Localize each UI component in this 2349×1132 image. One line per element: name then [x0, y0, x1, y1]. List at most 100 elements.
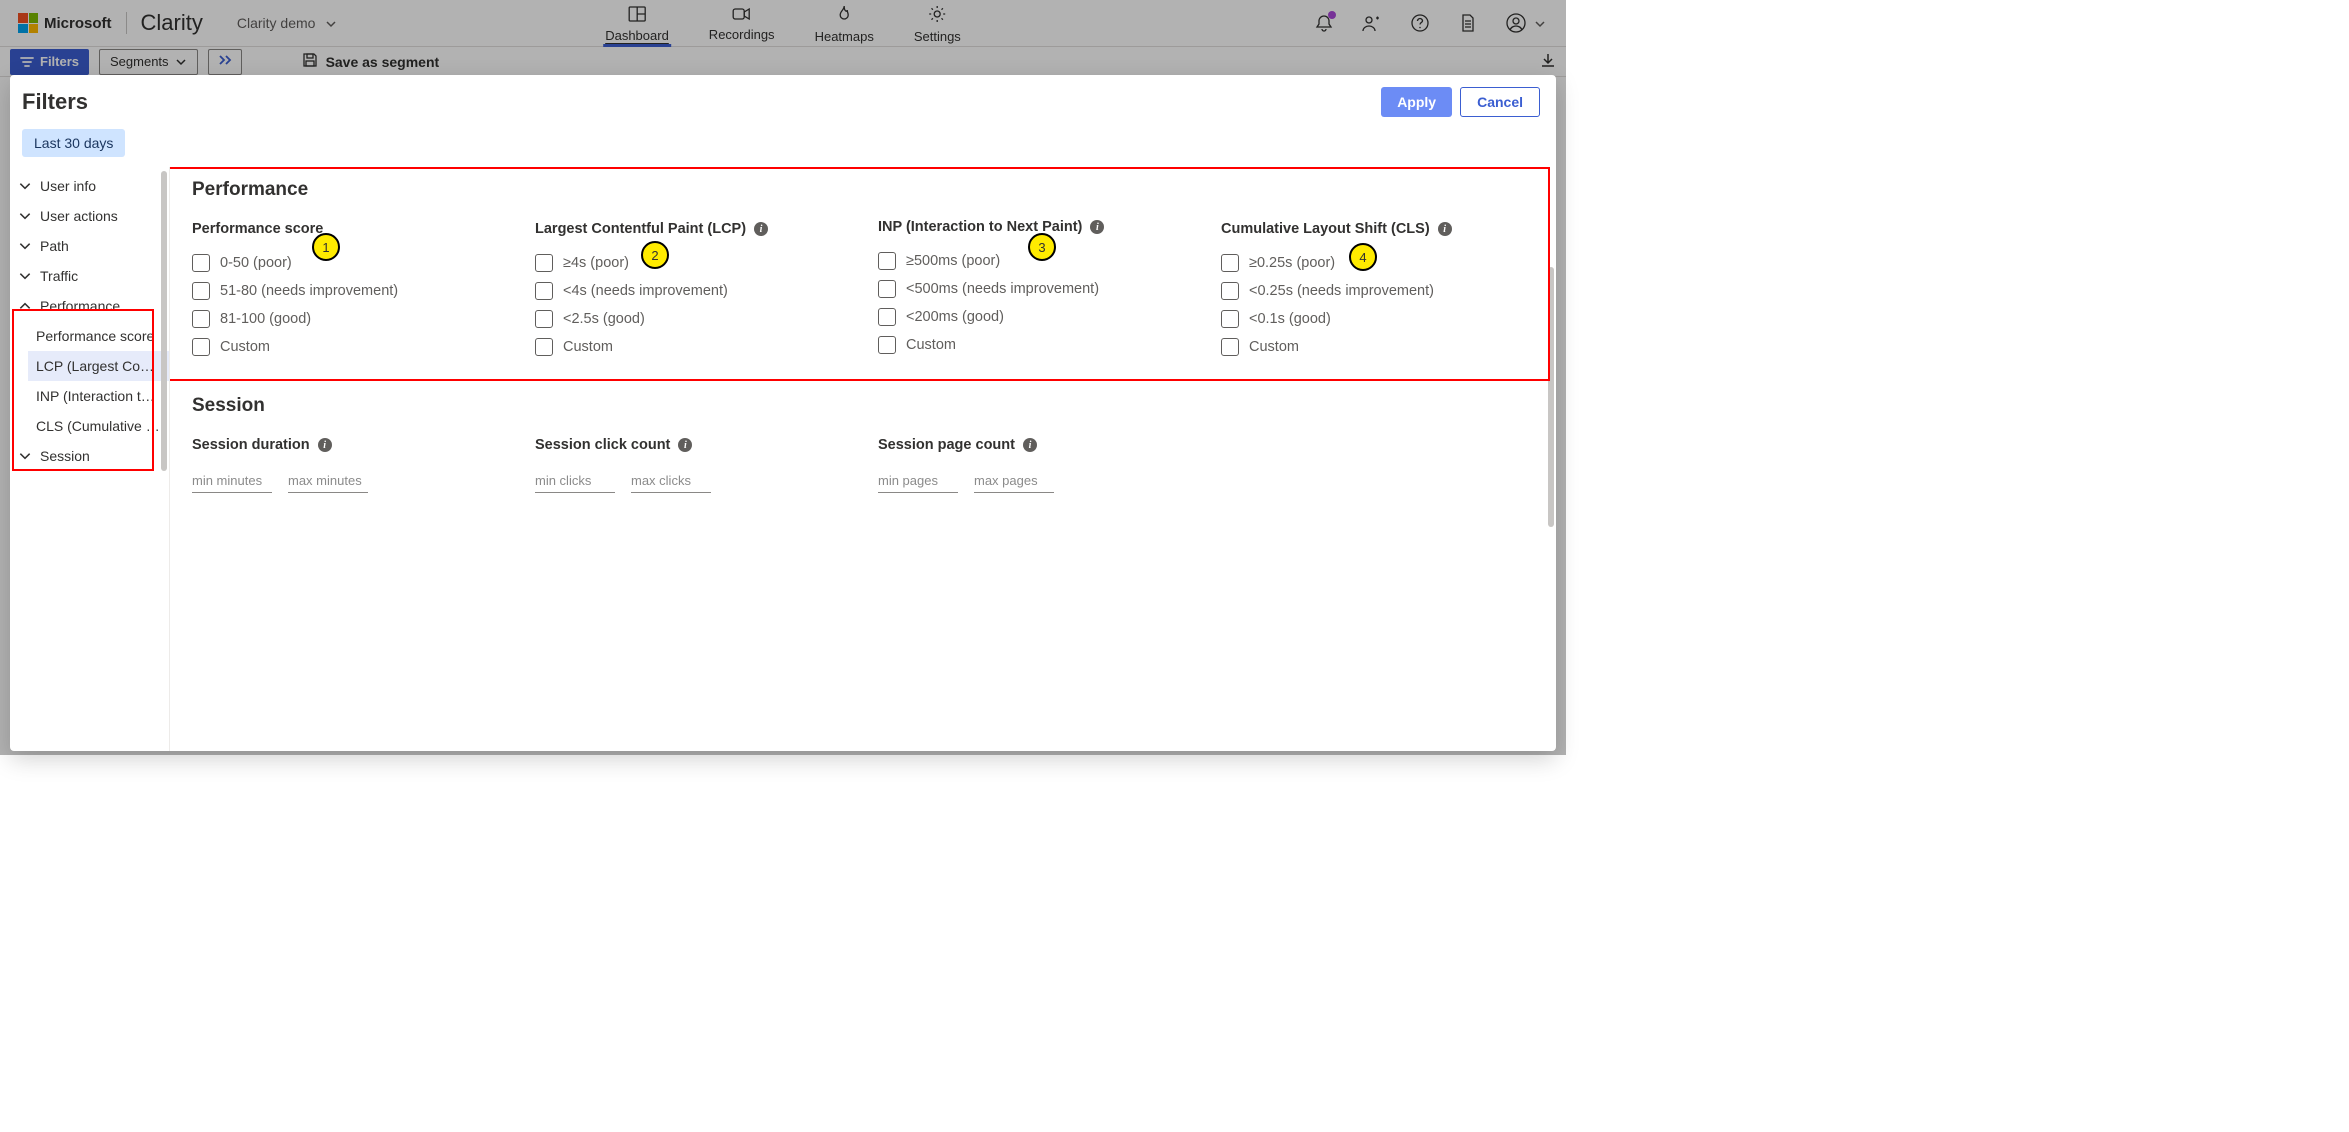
document-icon[interactable] [1458, 13, 1478, 33]
opt-label: Custom [220, 339, 270, 355]
scrollbar[interactable] [161, 171, 167, 471]
checkbox[interactable] [535, 310, 553, 328]
opt-score-needs[interactable]: 51-80 (needs improvement) [192, 277, 513, 305]
chevron-down-icon [18, 179, 32, 193]
opt-label: ≥4s (poor) [563, 255, 629, 271]
opt-cls-needs[interactable]: <0.25s (needs improvement) [1221, 277, 1542, 305]
checkbox[interactable] [192, 254, 210, 272]
checkbox[interactable] [192, 310, 210, 328]
tree-path[interactable]: Path [10, 231, 169, 261]
tree-perf-score[interactable]: Performance score [28, 321, 169, 351]
col-pages-head: Session page count i [878, 437, 1199, 453]
nav-dashboard[interactable]: Dashboard [603, 0, 671, 46]
opt-label: ≥500ms (poor) [906, 253, 1000, 269]
duration-max-input[interactable] [288, 469, 368, 493]
opt-label: Custom [1249, 339, 1299, 355]
chevron-down-icon[interactable] [1534, 17, 1546, 29]
nav-settings[interactable]: Settings [912, 0, 963, 46]
opt-score-custom[interactable]: Custom [192, 333, 513, 361]
nav-recordings[interactable]: Recordings [707, 0, 777, 46]
date-range-chip[interactable]: Last 30 days [22, 129, 125, 157]
checkbox[interactable] [878, 308, 896, 326]
checkbox[interactable] [1221, 254, 1239, 272]
info-icon[interactable]: i [1023, 438, 1037, 452]
tree-user-info[interactable]: User info [10, 171, 169, 201]
checkbox[interactable] [535, 282, 553, 300]
info-icon[interactable]: i [318, 438, 332, 452]
pages-max-input[interactable] [974, 469, 1054, 493]
tree-traffic[interactable]: Traffic [10, 261, 169, 291]
chevron-down-icon [18, 449, 32, 463]
col-inp-title: INP (Interaction to Next Paint) [878, 219, 1082, 235]
opt-lcp-good[interactable]: <2.5s (good) [535, 305, 856, 333]
tree-performance[interactable]: Performance [10, 291, 169, 321]
col-score-head: Performance score [192, 221, 513, 237]
opt-cls-poor[interactable]: ≥0.25s (poor) [1221, 249, 1542, 277]
info-icon[interactable]: i [1090, 220, 1104, 234]
product-name[interactable]: Clarity [141, 10, 203, 36]
opt-inp-good[interactable]: <200ms (good) [878, 303, 1199, 331]
annotation-callout-2: 2 [641, 241, 669, 269]
annotation-callout-3: 3 [1028, 233, 1056, 261]
checkbox[interactable] [192, 282, 210, 300]
opt-score-poor[interactable]: 0-50 (poor) [192, 249, 513, 277]
opt-cls-good[interactable]: <0.1s (good) [1221, 305, 1542, 333]
col-cls-head: Cumulative Layout Shift (CLS) i [1221, 221, 1542, 237]
account-icon[interactable] [1506, 13, 1526, 33]
tree-perf-inp[interactable]: INP (Interaction to Nex… [28, 381, 169, 411]
chevron-up-icon [18, 299, 32, 313]
checkbox[interactable] [1221, 338, 1239, 356]
tree-session[interactable]: Session [10, 441, 169, 471]
opt-inp-custom[interactable]: Custom [878, 331, 1199, 359]
filters-button[interactable]: Filters [10, 49, 89, 75]
segments-button[interactable]: Segments [99, 49, 198, 75]
opt-inp-needs[interactable]: <500ms (needs improvement) [878, 275, 1199, 303]
tree-user-actions[interactable]: User actions [10, 201, 169, 231]
cancel-button[interactable]: Cancel [1460, 87, 1540, 117]
opt-lcp-custom[interactable]: Custom [535, 333, 856, 361]
clicks-min-input[interactable] [535, 469, 615, 493]
checkbox[interactable] [1221, 282, 1239, 300]
checkbox[interactable] [535, 338, 553, 356]
project-picker[interactable]: Clarity demo [237, 0, 338, 46]
help-icon[interactable] [1410, 13, 1430, 33]
tree-label: Performance score [36, 328, 154, 344]
col-score-title: Performance score [192, 221, 323, 237]
checkbox[interactable] [1221, 310, 1239, 328]
save-segment-label[interactable]: Save as segment [326, 54, 440, 70]
checkbox[interactable] [878, 280, 896, 298]
tree-perf-lcp[interactable]: LCP (Largest Contentfu… [28, 351, 169, 381]
annotation-callout-1: 1 [312, 233, 340, 261]
info-icon[interactable]: i [754, 222, 768, 236]
apply-button[interactable]: Apply [1381, 87, 1452, 117]
duration-min-input[interactable] [192, 469, 272, 493]
info-icon[interactable]: i [1438, 222, 1452, 236]
opt-lcp-needs[interactable]: <4s (needs improvement) [535, 277, 856, 305]
checkbox[interactable] [535, 254, 553, 272]
tree-perf-cls[interactable]: CLS (Cumulative Layou… [28, 411, 169, 441]
download-icon[interactable] [1540, 52, 1556, 71]
video-icon [733, 7, 751, 25]
notifications-icon[interactable] [1314, 13, 1334, 33]
checkbox[interactable] [878, 336, 896, 354]
scrollbar[interactable] [1548, 267, 1554, 527]
filter-icon [20, 55, 34, 69]
opt-score-good[interactable]: 81-100 (good) [192, 305, 513, 333]
gear-icon [928, 5, 946, 27]
clicks-max-input[interactable] [631, 469, 711, 493]
nav-heatmaps[interactable]: Heatmaps [813, 0, 876, 46]
opt-cls-custom[interactable]: Custom [1221, 333, 1542, 361]
opt-label: <200ms (good) [906, 309, 1004, 325]
filters-modal: Filters Apply Cancel Last 30 days User i… [10, 75, 1556, 751]
info-icon[interactable]: i [678, 438, 692, 452]
col-lcp-head: Largest Contentful Paint (LCP) i [535, 221, 856, 237]
expand-button[interactable] [208, 49, 242, 75]
tree-label: CLS (Cumulative Layou… [36, 418, 161, 434]
people-icon[interactable] [1362, 13, 1382, 33]
pages-min-input[interactable] [878, 469, 958, 493]
opt-lcp-poor[interactable]: ≥4s (poor) [535, 249, 856, 277]
annotation-callout-4: 4 [1349, 243, 1377, 271]
checkbox[interactable] [878, 252, 896, 270]
checkbox[interactable] [192, 338, 210, 356]
opt-label: <4s (needs improvement) [563, 283, 728, 299]
